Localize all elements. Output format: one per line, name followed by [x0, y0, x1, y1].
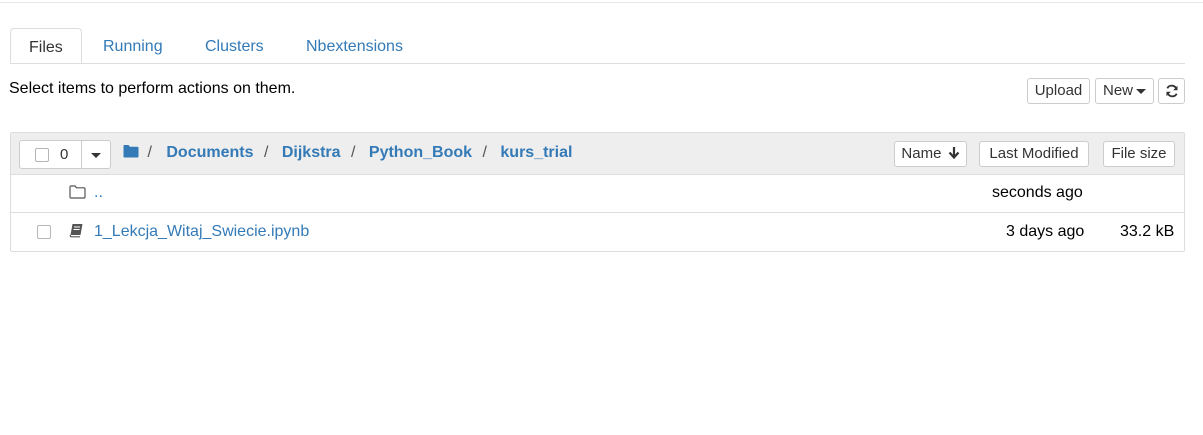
breadcrumb: / Documents / Dijkstra / Python_Book / k… — [123, 142, 572, 164]
tab-bar: Files Running Clusters Nbextensions — [10, 28, 1185, 64]
selected-count: 0 — [60, 146, 69, 163]
caret-down-icon — [1136, 88, 1146, 94]
breadcrumb-separator: / — [351, 144, 356, 161]
folder-icon[interactable] — [123, 144, 139, 158]
file-list-header: 0 / Documents / Dijkstra / Python_Book /… — [11, 133, 1184, 175]
sort-modified-label: Last Modified — [989, 145, 1079, 162]
sort-by-size-button[interactable]: File size — [1103, 141, 1175, 167]
item-name-link[interactable]: .. — [94, 184, 103, 202]
caret-down-icon — [91, 152, 101, 158]
item-checkbox[interactable] — [37, 225, 51, 239]
item-modified: 3 days ago — [1006, 223, 1085, 240]
select-all-button[interactable]: 0 — [19, 140, 82, 169]
item-size: 33.2 kB — [1120, 223, 1175, 240]
tab-clusters[interactable]: Clusters — [184, 28, 285, 62]
selection-hint: Select items to perform actions on them. — [9, 80, 296, 97]
new-dropdown-button[interactable]: New — [1095, 78, 1154, 104]
item-modified: seconds ago — [992, 184, 1083, 201]
tab-files-label: Files — [29, 39, 63, 56]
top-divider — [0, 2, 1203, 3]
tab-nbextensions-label: Nbextensions — [306, 38, 403, 55]
sort-size-label: File size — [1111, 145, 1167, 162]
tab-files[interactable]: Files — [10, 28, 82, 63]
select-all-checkbox[interactable] — [35, 148, 49, 162]
sort-name-label: Name — [901, 145, 942, 162]
upload-button-label: Upload — [1034, 82, 1083, 99]
tab-running-label: Running — [103, 38, 163, 55]
arrow-down-icon — [948, 147, 959, 160]
folder-outline-icon — [69, 185, 86, 199]
sort-by-modified-button[interactable]: Last Modified — [979, 141, 1089, 167]
breadcrumb-documents[interactable]: Documents — [166, 144, 253, 161]
breadcrumb-dijkstra[interactable]: Dijkstra — [282, 144, 341, 161]
refresh-button[interactable] — [1158, 78, 1185, 104]
breadcrumb-separator: / — [482, 144, 487, 161]
upload-button[interactable]: Upload — [1027, 78, 1090, 104]
list-item[interactable]: .. seconds ago — [11, 174, 1184, 212]
notebook-icon — [69, 224, 83, 238]
tab-nbextensions[interactable]: Nbextensions — [285, 28, 424, 62]
list-item[interactable]: 1_Lekcja_Witaj_Swiecie.ipynb 3 days ago … — [11, 213, 1184, 251]
breadcrumb-kurs-trial[interactable]: kurs_trial — [500, 144, 572, 161]
breadcrumb-separator: / — [147, 144, 152, 161]
refresh-icon — [1166, 84, 1177, 98]
sort-by-name-button[interactable]: Name — [894, 141, 967, 167]
tab-clusters-label: Clusters — [205, 38, 264, 55]
select-options-dropdown[interactable] — [81, 140, 111, 169]
file-list-panel: 0 / Documents / Dijkstra / Python_Book /… — [10, 132, 1185, 252]
breadcrumb-python-book[interactable]: Python_Book — [369, 144, 472, 161]
tab-running[interactable]: Running — [82, 28, 184, 62]
item-name-link[interactable]: 1_Lekcja_Witaj_Swiecie.ipynb — [94, 223, 309, 241]
new-button-label: New — [1102, 82, 1133, 99]
breadcrumb-separator: / — [263, 144, 269, 161]
